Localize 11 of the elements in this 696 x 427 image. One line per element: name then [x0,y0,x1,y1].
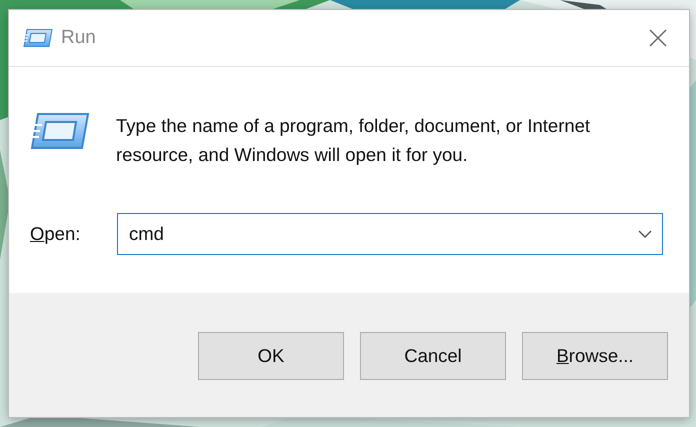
open-combo-field[interactable]: cmd [117,213,663,255]
open-label: Open: [30,223,82,245]
ok-button[interactable]: OK [198,332,344,380]
instruction-text: Type the name of a program, folder, document, or Internet resource, and Windows will open it for you. [116,114,592,167]
window-title: Run [61,27,97,49]
run-icon [23,28,53,48]
browse-button[interactable]: Browse... [522,332,668,380]
dropdown-caret-icon[interactable] [638,230,652,238]
run-icon [30,111,90,151]
cancel-button[interactable]: Cancel [360,332,506,380]
close-icon[interactable] [647,27,669,49]
